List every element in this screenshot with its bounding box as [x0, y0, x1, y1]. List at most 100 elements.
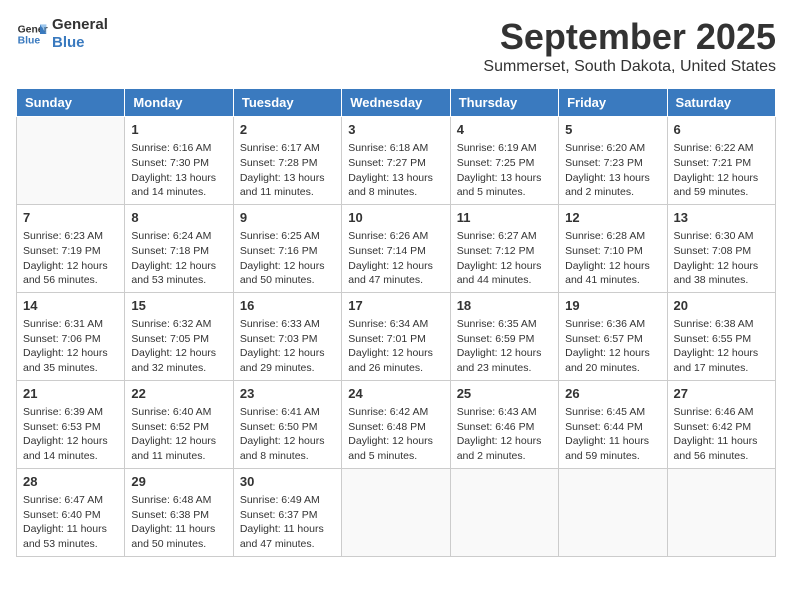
calendar-cell: 15 Sunrise: 6:32 AM Sunset: 7:05 PM Dayli…	[125, 292, 233, 380]
calendar-cell: 11 Sunrise: 6:27 AM Sunset: 7:12 PM Dayli…	[450, 204, 558, 292]
calendar-week-row: 28Sunrise: 6:47 AM Sunset: 6:40 PM Dayli…	[17, 468, 776, 556]
day-info: Sunrise: 6:35 AM Sunset: 6:59 PM Dayligh…	[457, 317, 552, 376]
calendar-cell: 9 Sunrise: 6:25 AM Sunset: 7:16 PM Daylig…	[233, 204, 341, 292]
day-number: 1	[131, 121, 226, 139]
day-number: 10	[348, 209, 443, 227]
day-info: Sunrise: 6:30 AM Sunset: 7:08 PM Dayligh…	[674, 229, 769, 288]
day-number: 7	[23, 209, 118, 227]
calendar-cell	[667, 468, 775, 556]
calendar-table: SundayMondayTuesdayWednesdayThursdayFrid…	[16, 88, 776, 557]
weekday-header-wednesday: Wednesday	[342, 89, 450, 117]
calendar-cell: 16Sunrise: 6:33 AM Sunset: 7:03 PM Dayli…	[233, 292, 341, 380]
calendar-cell: 7 Sunrise: 6:23 AM Sunset: 7:19 PM Daylig…	[17, 204, 125, 292]
weekday-header-saturday: Saturday	[667, 89, 775, 117]
day-info: Sunrise: 6:40 AM Sunset: 6:52 PM Dayligh…	[131, 405, 226, 464]
day-number: 15	[131, 297, 226, 315]
day-info: Sunrise: 6:47 AM Sunset: 6:40 PM Dayligh…	[23, 493, 118, 552]
calendar-cell: 18 Sunrise: 6:35 AM Sunset: 6:59 PM Dayli…	[450, 292, 558, 380]
day-number: 14	[23, 297, 118, 315]
day-info: Sunrise: 6:17 AM Sunset: 7:28 PM Dayligh…	[240, 141, 335, 200]
day-number: 8	[131, 209, 226, 227]
calendar-cell	[17, 117, 125, 205]
calendar-cell: 27 Sunrise: 6:46 AM Sunset: 6:42 PM Dayli…	[667, 380, 775, 468]
day-info: Sunrise: 6:31 AM Sunset: 7:06 PM Dayligh…	[23, 317, 118, 376]
calendar-cell: 10 Sunrise: 6:26 AM Sunset: 7:14 PM Dayli…	[342, 204, 450, 292]
day-info: Sunrise: 6:48 AM Sunset: 6:38 PM Dayligh…	[131, 493, 226, 552]
calendar-cell: 23Sunrise: 6:41 AM Sunset: 6:50 PM Dayli…	[233, 380, 341, 468]
day-info: Sunrise: 6:39 AM Sunset: 6:53 PM Dayligh…	[23, 405, 118, 464]
day-info: Sunrise: 6:16 AM Sunset: 7:30 PM Dayligh…	[131, 141, 226, 200]
calendar-cell: 8 Sunrise: 6:24 AM Sunset: 7:18 PM Daylig…	[125, 204, 233, 292]
day-number: 6	[674, 121, 769, 139]
calendar-cell	[559, 468, 667, 556]
calendar-cell: 24 Sunrise: 6:42 AM Sunset: 6:48 PM Dayli…	[342, 380, 450, 468]
day-info: Sunrise: 6:25 AM Sunset: 7:16 PM Dayligh…	[240, 229, 335, 288]
calendar-week-row: 7 Sunrise: 6:23 AM Sunset: 7:19 PM Daylig…	[17, 204, 776, 292]
calendar-cell: 26 Sunrise: 6:45 AM Sunset: 6:44 PM Dayli…	[559, 380, 667, 468]
month-title: September 2025	[483, 16, 776, 58]
logo-icon: General Blue	[16, 18, 48, 50]
day-number: 29	[131, 473, 226, 491]
calendar-cell: 25 Sunrise: 6:43 AM Sunset: 6:46 PM Dayli…	[450, 380, 558, 468]
calendar-cell: 13 Sunrise: 6:30 AM Sunset: 7:08 PM Dayli…	[667, 204, 775, 292]
calendar-cell: 5Sunrise: 6:20 AM Sunset: 7:23 PM Daylig…	[559, 117, 667, 205]
calendar-week-row: 21Sunrise: 6:39 AM Sunset: 6:53 PM Dayli…	[17, 380, 776, 468]
day-number: 27	[674, 385, 769, 403]
calendar-cell: 2 Sunrise: 6:17 AM Sunset: 7:28 PM Daylig…	[233, 117, 341, 205]
day-number: 13	[674, 209, 769, 227]
day-number: 2	[240, 121, 335, 139]
location-title: Summerset, South Dakota, United States	[483, 58, 776, 76]
day-number: 25	[457, 385, 552, 403]
calendar-cell: 22Sunrise: 6:40 AM Sunset: 6:52 PM Dayli…	[125, 380, 233, 468]
logo-text-general: General	[52, 16, 108, 34]
day-info: Sunrise: 6:49 AM Sunset: 6:37 PM Dayligh…	[240, 493, 335, 552]
day-info: Sunrise: 6:22 AM Sunset: 7:21 PM Dayligh…	[674, 141, 769, 200]
day-info: Sunrise: 6:46 AM Sunset: 6:42 PM Dayligh…	[674, 405, 769, 464]
calendar-cell: 14 Sunrise: 6:31 AM Sunset: 7:06 PM Dayli…	[17, 292, 125, 380]
day-number: 5	[565, 121, 660, 139]
day-number: 30	[240, 473, 335, 491]
calendar-cell: 21Sunrise: 6:39 AM Sunset: 6:53 PM Dayli…	[17, 380, 125, 468]
day-number: 24	[348, 385, 443, 403]
calendar-cell: 30 Sunrise: 6:49 AM Sunset: 6:37 PM Dayli…	[233, 468, 341, 556]
day-info: Sunrise: 6:18 AM Sunset: 7:27 PM Dayligh…	[348, 141, 443, 200]
day-number: 20	[674, 297, 769, 315]
day-info: Sunrise: 6:28 AM Sunset: 7:10 PM Dayligh…	[565, 229, 660, 288]
day-number: 12	[565, 209, 660, 227]
day-info: Sunrise: 6:27 AM Sunset: 7:12 PM Dayligh…	[457, 229, 552, 288]
page-header: General Blue General Blue September 2025…	[16, 16, 776, 76]
logo-text-blue: Blue	[52, 34, 108, 52]
day-info: Sunrise: 6:32 AM Sunset: 7:05 PM Dayligh…	[131, 317, 226, 376]
calendar-cell: 4 Sunrise: 6:19 AM Sunset: 7:25 PM Daylig…	[450, 117, 558, 205]
calendar-cell: 6 Sunrise: 6:22 AM Sunset: 7:21 PM Daylig…	[667, 117, 775, 205]
day-number: 26	[565, 385, 660, 403]
weekday-header-tuesday: Tuesday	[233, 89, 341, 117]
day-number: 18	[457, 297, 552, 315]
day-info: Sunrise: 6:24 AM Sunset: 7:18 PM Dayligh…	[131, 229, 226, 288]
svg-text:Blue: Blue	[18, 36, 41, 47]
calendar-cell: 19Sunrise: 6:36 AM Sunset: 6:57 PM Dayli…	[559, 292, 667, 380]
weekday-header-friday: Friday	[559, 89, 667, 117]
weekday-header-thursday: Thursday	[450, 89, 558, 117]
day-number: 11	[457, 209, 552, 227]
calendar-cell: 20 Sunrise: 6:38 AM Sunset: 6:55 PM Dayli…	[667, 292, 775, 380]
calendar-cell: 17Sunrise: 6:34 AM Sunset: 7:01 PM Dayli…	[342, 292, 450, 380]
calendar-week-row: 1 Sunrise: 6:16 AM Sunset: 7:30 PM Daylig…	[17, 117, 776, 205]
calendar-cell	[450, 468, 558, 556]
day-info: Sunrise: 6:26 AM Sunset: 7:14 PM Dayligh…	[348, 229, 443, 288]
day-number: 9	[240, 209, 335, 227]
calendar-cell	[342, 468, 450, 556]
day-info: Sunrise: 6:42 AM Sunset: 6:48 PM Dayligh…	[348, 405, 443, 464]
title-block: September 2025 Summerset, South Dakota, …	[483, 16, 776, 76]
logo: General Blue General Blue	[16, 16, 108, 52]
day-info: Sunrise: 6:23 AM Sunset: 7:19 PM Dayligh…	[23, 229, 118, 288]
day-info: Sunrise: 6:43 AM Sunset: 6:46 PM Dayligh…	[457, 405, 552, 464]
day-number: 3	[348, 121, 443, 139]
day-info: Sunrise: 6:19 AM Sunset: 7:25 PM Dayligh…	[457, 141, 552, 200]
day-number: 4	[457, 121, 552, 139]
day-info: Sunrise: 6:45 AM Sunset: 6:44 PM Dayligh…	[565, 405, 660, 464]
calendar-cell: 28Sunrise: 6:47 AM Sunset: 6:40 PM Dayli…	[17, 468, 125, 556]
weekday-header-sunday: Sunday	[17, 89, 125, 117]
day-info: Sunrise: 6:38 AM Sunset: 6:55 PM Dayligh…	[674, 317, 769, 376]
weekday-header-monday: Monday	[125, 89, 233, 117]
